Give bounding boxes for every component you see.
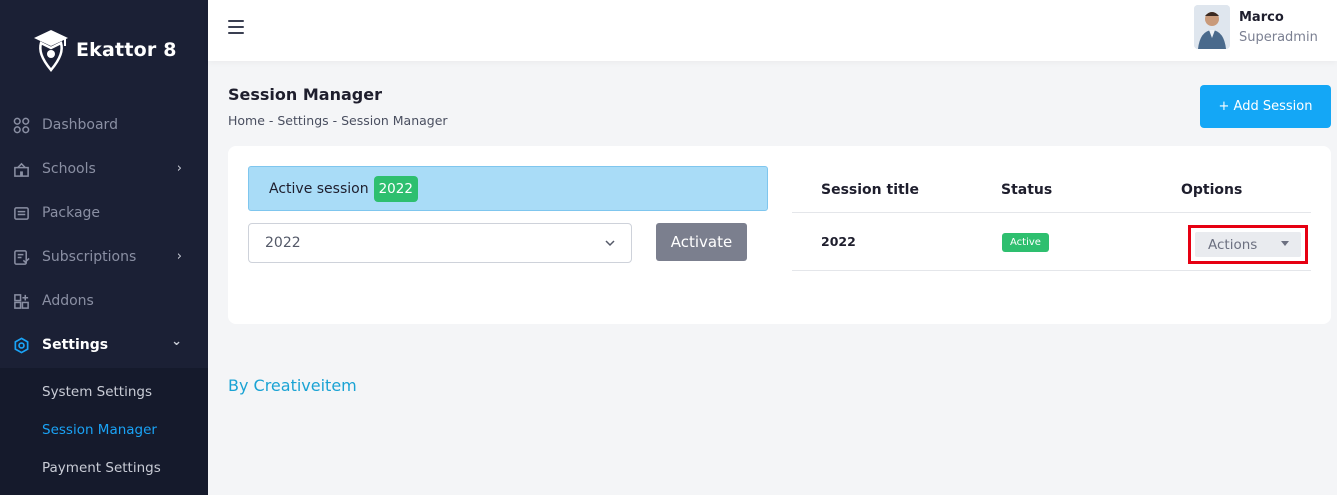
- caret-down-icon: [1281, 241, 1289, 246]
- sidebar-item-subscriptions[interactable]: Subscriptions ›: [0, 235, 208, 279]
- brand-logo[interactable]: Ekattor 8: [32, 28, 177, 72]
- sidebar-item-label: Package: [42, 205, 101, 221]
- column-header-options: Options: [1181, 182, 1243, 198]
- user-role: Superadmin: [1239, 30, 1318, 45]
- active-session-label: Active session: [269, 180, 369, 197]
- session-select[interactable]: 2022: [248, 223, 632, 263]
- footer-credit-link[interactable]: By Creativeitem: [228, 376, 357, 395]
- sidebar-item-label: Addons: [42, 293, 94, 309]
- column-header-status: Status: [1001, 182, 1053, 198]
- package-icon: [12, 204, 30, 222]
- sidebar-item-addons[interactable]: Addons: [0, 279, 208, 323]
- table-row-divider: [792, 270, 1311, 271]
- avatar[interactable]: [1194, 5, 1230, 49]
- gear-icon: [12, 336, 30, 354]
- brand-name: Ekattor 8: [76, 39, 177, 61]
- sidebar-item-label: Settings: [42, 337, 109, 353]
- status-badge: Active: [1002, 233, 1049, 252]
- settings-submenu: System Settings Session Manager Payment …: [0, 368, 208, 495]
- breadcrumb: Home - Settings - Session Manager: [228, 113, 448, 128]
- topbar: Marco Superadmin: [208, 0, 1337, 61]
- sidebar-item-label: Dashboard: [42, 117, 118, 133]
- column-header-session-title: Session title: [821, 182, 919, 198]
- submenu-item-payment-settings[interactable]: Payment Settings: [42, 460, 161, 476]
- active-session-banner: Active session 2022: [248, 166, 768, 211]
- actions-highlight-box: Actions: [1188, 225, 1308, 264]
- school-icon: [12, 160, 30, 178]
- sidebar-item-dashboard[interactable]: Dashboard: [0, 103, 208, 147]
- chevron-right-icon: ›: [176, 161, 182, 176]
- grid-icon: [12, 116, 30, 134]
- user-name[interactable]: Marco: [1239, 10, 1284, 25]
- page-title: Session Manager: [228, 85, 382, 104]
- add-session-button[interactable]: + Add Session: [1200, 85, 1331, 128]
- actions-dropdown-button[interactable]: Actions: [1195, 232, 1301, 257]
- table-header-divider: [792, 212, 1311, 213]
- chevron-down-icon: ⌄: [171, 334, 182, 349]
- sidebar-item-package[interactable]: Package: [0, 191, 208, 235]
- subscription-icon: [12, 248, 30, 266]
- sidebar-item-label: Schools: [42, 161, 96, 177]
- session-select-value: 2022: [265, 235, 301, 251]
- sidebar-item-label: Subscriptions: [42, 249, 137, 265]
- chevron-down-icon: [605, 236, 615, 250]
- submenu-item-system-settings[interactable]: System Settings: [42, 384, 152, 400]
- hamburger-menu-icon[interactable]: [228, 20, 244, 34]
- submenu-item-session-manager[interactable]: Session Manager: [42, 422, 157, 438]
- graduation-cap-pin-logo-icon: [34, 30, 68, 72]
- active-session-badge: 2022: [373, 175, 418, 202]
- sidebar-item-schools[interactable]: Schools ›: [0, 147, 208, 191]
- sidebar-item-settings[interactable]: Settings ⌄: [0, 323, 208, 367]
- session-title-cell: 2022: [821, 234, 856, 249]
- chevron-right-icon: ›: [176, 249, 182, 264]
- actions-label: Actions: [1208, 236, 1258, 253]
- sidebar: Ekattor 8 Dashboard Schools › Package Su…: [0, 0, 208, 495]
- session-card: Active session 2022 2022 Activate Sessio…: [228, 146, 1331, 324]
- activate-button[interactable]: Activate: [656, 223, 747, 261]
- addons-icon: [12, 292, 30, 310]
